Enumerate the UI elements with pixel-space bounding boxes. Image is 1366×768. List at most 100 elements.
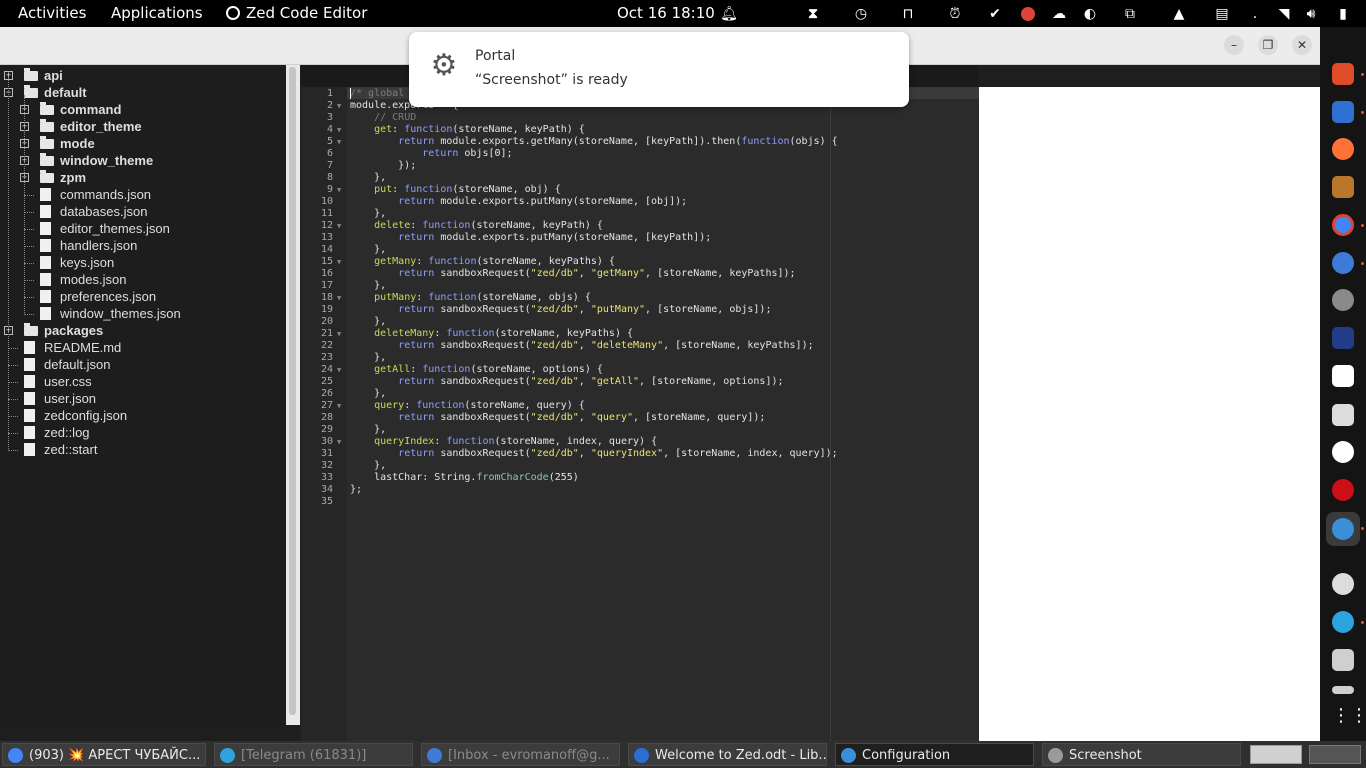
file-icon <box>24 443 35 456</box>
code-token: // CRUD <box>374 112 417 123</box>
taskbar: (903) 💥 АРЕСТ ЧУБАЙС... [Telegram (61831)… <box>0 741 1366 768</box>
code-token: (storeName, keyPath) { <box>452 124 585 135</box>
restore-icon[interactable]: ❐ <box>1258 35 1278 55</box>
volume-icon[interactable]: 🔊︎ <box>1301 4 1321 24</box>
zed-dock-icon[interactable] <box>1326 512 1360 546</box>
notification-popup[interactable]: ⚙ Portal “Screenshot” is ready <box>409 32 909 107</box>
bell-icon[interactable]: 🔔︎ <box>719 4 739 24</box>
tree-item-label: user.css <box>44 374 92 389</box>
tree-item-label: default <box>44 85 87 100</box>
app-menu[interactable]: Zed Code Editor <box>226 0 367 27</box>
file-icon <box>24 375 35 388</box>
fold-arrow-icon[interactable]: ▼ <box>337 136 345 148</box>
settings-icon[interactable] <box>1332 573 1354 595</box>
tree-item-label: mode <box>60 136 95 151</box>
clipboard-icon[interactable]: ▤ <box>1212 4 1232 24</box>
writer-icon <box>634 748 649 763</box>
fold-arrow-icon[interactable]: ▼ <box>337 328 345 340</box>
folder-icon <box>24 323 38 336</box>
upload-icon[interactable]: ▲ <box>1169 4 1189 24</box>
line-number: 13 <box>320 232 333 243</box>
taskbar-item[interactable]: Screenshot <box>1042 743 1241 766</box>
code-token: "queryIndex" <box>590 448 664 459</box>
fold-arrow-icon[interactable]: ▼ <box>337 100 345 112</box>
code-token: "zed/db" <box>530 340 579 351</box>
file-icon <box>24 409 35 422</box>
chrome-dock-icon[interactable] <box>1332 214 1354 236</box>
fold-arrow-icon[interactable]: ▼ <box>337 400 345 412</box>
cloud-icon[interactable]: ☁ <box>1049 4 1069 24</box>
code-token: }, <box>350 280 387 291</box>
disk-icon[interactable] <box>1332 289 1354 311</box>
tree-scrollbar-thumb[interactable] <box>289 67 296 715</box>
battery-icon[interactable]: ▮ <box>1333 4 1353 24</box>
tree-scrollbar[interactable] <box>286 65 300 725</box>
video-app-icon[interactable] <box>1332 63 1354 85</box>
fold-arrow-icon[interactable]: ▼ <box>337 436 345 448</box>
file-icon <box>40 256 51 269</box>
fold-arrow-icon[interactable]: ▼ <box>337 184 345 196</box>
firefox-icon[interactable] <box>1332 138 1354 160</box>
taskbar-item[interactable]: Configuration <box>835 743 1034 766</box>
code-line: return module.exports.putMany(storeName,… <box>350 196 687 208</box>
telegram-dock-icon[interactable] <box>1332 611 1354 633</box>
workspace-2[interactable] <box>1309 745 1361 764</box>
fold-arrow-icon[interactable]: ▼ <box>337 364 345 376</box>
fold-arrow-icon[interactable]: ▼ <box>337 256 345 268</box>
notes-icon[interactable] <box>1332 649 1354 671</box>
workspace-1[interactable] <box>1250 745 1302 764</box>
books-icon[interactable] <box>1332 176 1354 198</box>
dot-icon[interactable]: . <box>1245 4 1265 24</box>
timer-icon[interactable]: ◷ <box>851 4 871 24</box>
taskbar-item[interactable]: Welcome to Zed.odt - Lib... <box>628 743 827 766</box>
folder-icon <box>24 68 38 81</box>
taskbar-item[interactable]: [Telegram (61831)] <box>214 743 413 766</box>
wifi-icon[interactable]: ◥ <box>1274 4 1294 24</box>
code-token: get <box>374 124 393 135</box>
folder-icon <box>40 102 54 115</box>
code-line: return sandboxRequest("zed/db", "queryIn… <box>350 448 838 460</box>
tree-connector <box>24 297 34 298</box>
chrome-tray-icon[interactable] <box>1018 4 1038 24</box>
code-editor[interactable]: 1 2 ▼ 3 4 ▼ 5 ▼ 6 7 8 9 ▼ 10 11 12 ▼ 13 14 15 ▼ 16 17 18 ▼ 19 20 21… <box>301 87 979 741</box>
close-icon[interactable]: ✕ <box>1292 35 1312 55</box>
file-icon <box>24 358 35 371</box>
dock: ⋮⋮ <box>1320 27 1366 741</box>
hourglass-icon[interactable]: ⧗ <box>803 4 823 24</box>
minimize-icon[interactable]: – <box>1224 35 1244 55</box>
code-line: }, <box>350 280 386 292</box>
taskbar-item[interactable]: (903) 💥 АРЕСТ ЧУБАЙС... <box>2 743 206 766</box>
code-token: (storeName, index, query) { <box>494 436 658 447</box>
show-apps-icon[interactable]: ⋮⋮ <box>1332 705 1366 727</box>
opera-icon[interactable] <box>1332 479 1354 501</box>
code-line: query: function(storeName, query) { <box>350 400 585 412</box>
code-token: : <box>416 256 429 267</box>
tree-item-label: command <box>60 102 122 117</box>
fold-arrow-icon[interactable]: ▼ <box>337 220 345 232</box>
check-icon[interactable]: ✔ <box>985 4 1005 24</box>
contrast-icon[interactable]: ◐ <box>1080 4 1100 24</box>
partial-icon[interactable] <box>1332 686 1354 694</box>
code-token: }); <box>350 160 417 171</box>
writer-dock-icon[interactable] <box>1332 101 1354 123</box>
code-token: (storeName, objs) { <box>476 292 591 303</box>
panel-icon[interactable] <box>1332 404 1354 426</box>
clock[interactable]: Oct 16 18:10 <box>617 0 715 27</box>
applications-menu[interactable]: Applications <box>111 0 203 27</box>
document-icon[interactable] <box>1332 365 1354 387</box>
file-icon <box>40 188 51 201</box>
code-token: , <box>578 340 591 351</box>
taskbar-item[interactable]: [Inbox - evromanoff@g... <box>421 743 620 766</box>
activities-button[interactable]: Activities <box>18 0 86 27</box>
screen-icon[interactable] <box>1332 327 1354 349</box>
alarm-icon[interactable]: ⏰︎ <box>945 4 965 24</box>
amazon-icon[interactable] <box>1332 441 1354 463</box>
fold-arrow-icon[interactable]: ▼ <box>337 292 345 304</box>
thunderbird-dock-icon[interactable] <box>1332 252 1354 274</box>
extension-icon[interactable]: ⧉ <box>1120 4 1140 24</box>
taskbar-item-label: Screenshot <box>1069 748 1142 763</box>
fold-arrow-icon[interactable]: ▼ <box>337 124 345 136</box>
code-token: "zed/db" <box>530 412 579 423</box>
lock-icon[interactable]: ⊓ <box>898 4 918 24</box>
